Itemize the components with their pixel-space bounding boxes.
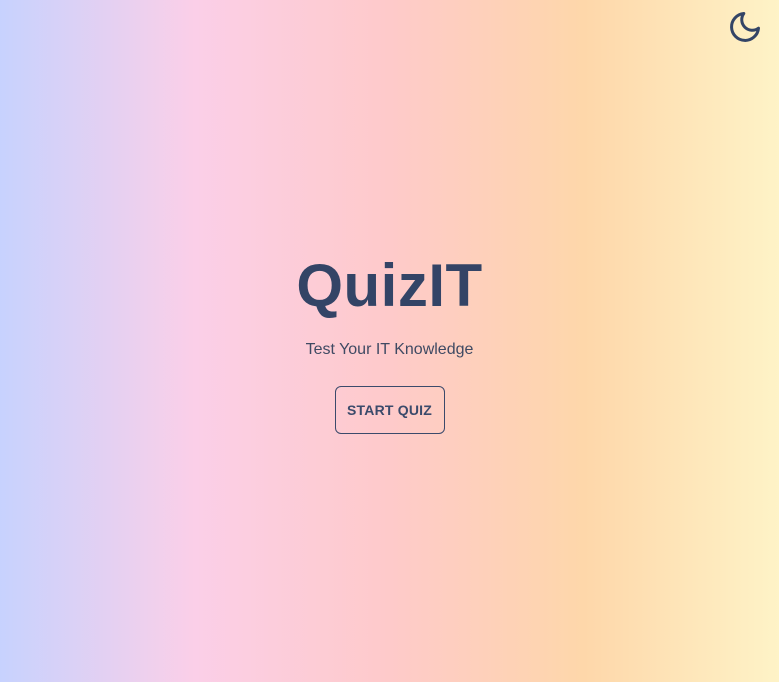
app-title: QuizIT	[296, 252, 483, 319]
start-quiz-button[interactable]: START QUIZ	[334, 386, 445, 434]
moon-icon	[730, 12, 760, 42]
theme-toggle-button[interactable]	[726, 8, 764, 46]
hero-section: QuizIT Test Your IT Knowledge START QUIZ	[0, 250, 779, 434]
app-subtitle: Test Your IT Knowledge	[305, 341, 474, 358]
